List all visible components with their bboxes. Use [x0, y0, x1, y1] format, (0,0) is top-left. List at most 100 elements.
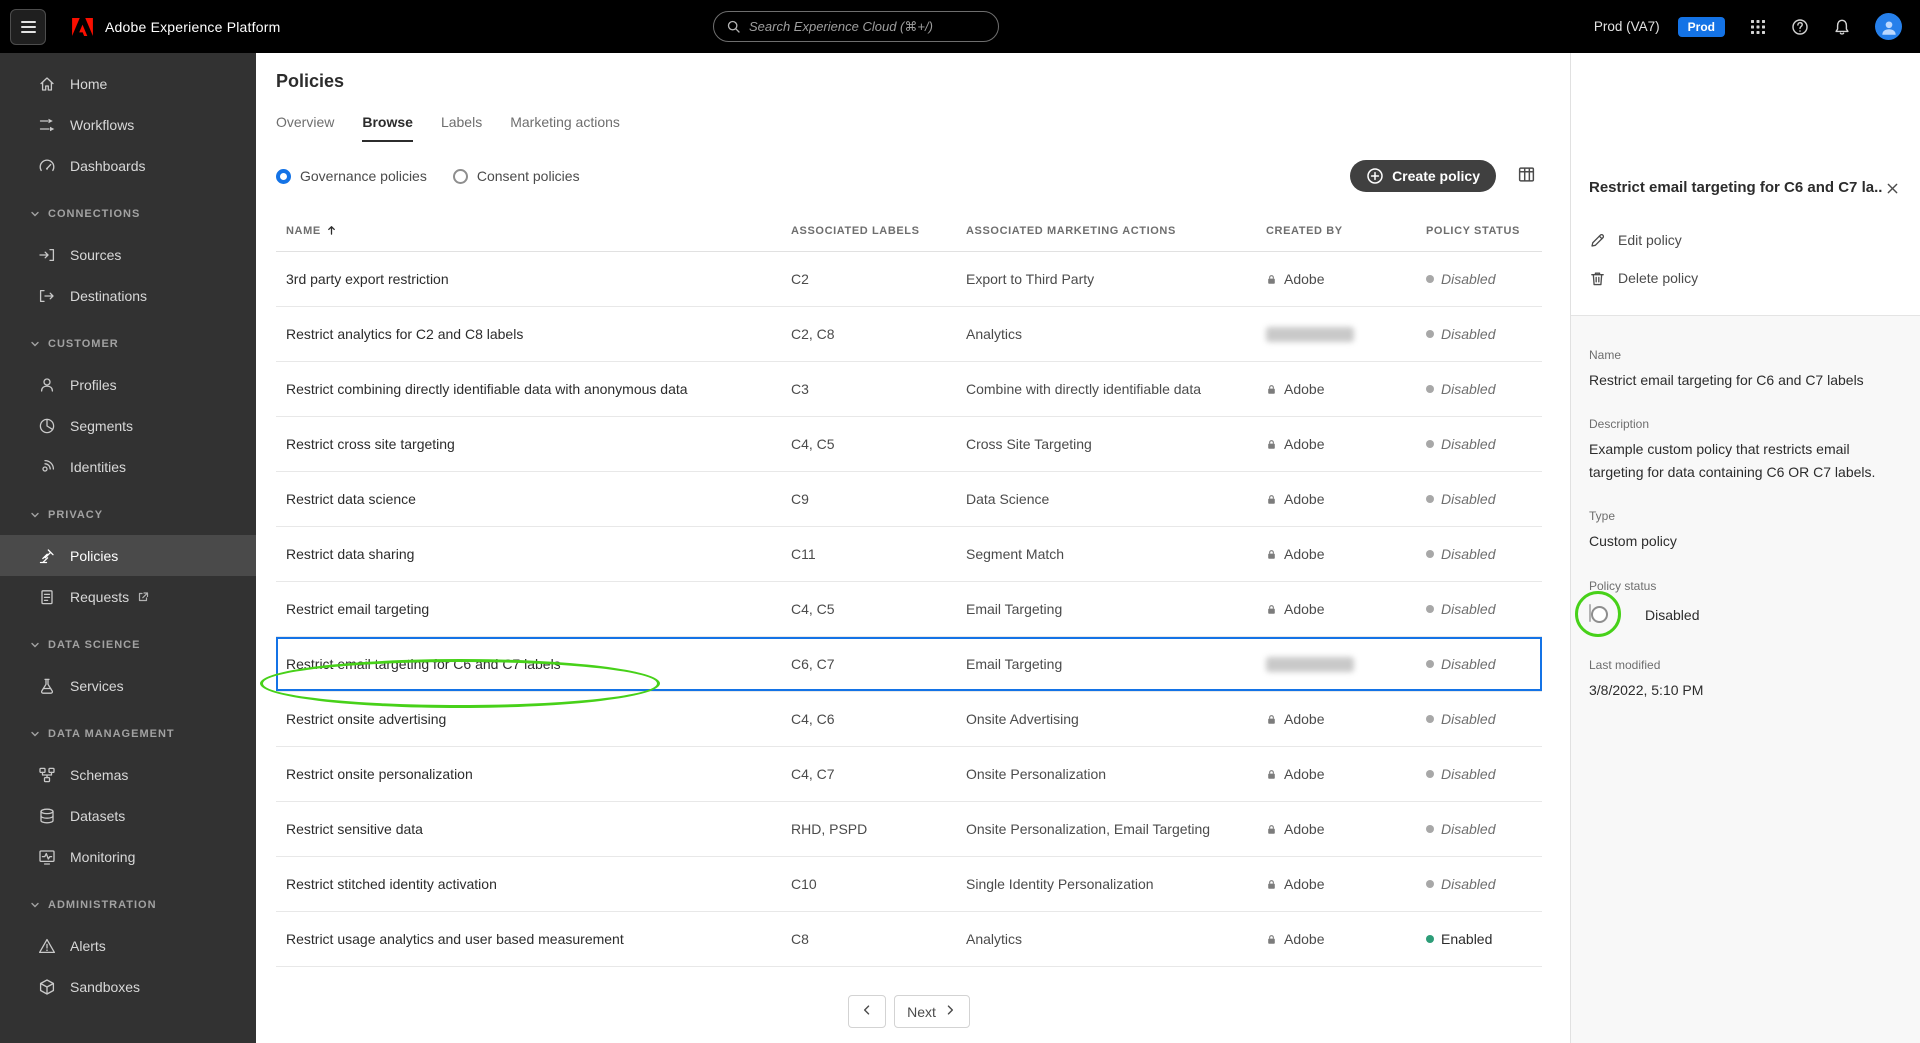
- bell-icon[interactable]: [1833, 18, 1851, 36]
- tab-marketing-actions[interactable]: Marketing actions: [510, 106, 620, 142]
- status-dot: [1426, 605, 1434, 613]
- status-dot: [1426, 825, 1434, 833]
- sidebar-item-datasets[interactable]: Datasets: [0, 795, 256, 836]
- sidebar-item-home[interactable]: Home: [0, 63, 256, 104]
- external-link-icon: [137, 591, 149, 603]
- table-row[interactable]: 3rd party export restriction C2 Export to …: [276, 252, 1542, 307]
- sidebar-section-administration[interactable]: ADMINISTRATION: [0, 885, 256, 925]
- associated-labels-cell: C2: [791, 271, 809, 287]
- marketing-actions-cell: Combine with directly identifiable data: [966, 381, 1202, 397]
- policy-name-cell: Restrict data sharing: [286, 546, 415, 562]
- created-by-cell: Adobe: [1256, 766, 1416, 782]
- sidebar-item-sources[interactable]: Sources: [0, 234, 256, 275]
- table-row[interactable]: Restrict usage analytics and user based …: [276, 912, 1542, 967]
- page-title: Policies: [276, 71, 345, 91]
- tab-labels[interactable]: Labels: [441, 106, 482, 142]
- previous-page-button[interactable]: [848, 995, 887, 1028]
- policy-status-cell: Disabled: [1416, 711, 1542, 727]
- created-by-value: Adobe: [1284, 601, 1325, 617]
- tab-browse[interactable]: Browse: [362, 106, 413, 142]
- sidebar-item-monitoring[interactable]: Monitoring: [0, 836, 256, 877]
- marketing-actions-cell: Cross Site Targeting: [966, 436, 1092, 452]
- table-row[interactable]: Restrict onsite personalization C4, C7 Ons…: [276, 747, 1542, 802]
- sidebar-item-sandboxes[interactable]: Sandboxes: [0, 966, 256, 1007]
- created-by-cell: [1256, 656, 1416, 672]
- avatar[interactable]: [1875, 13, 1902, 40]
- sandboxes-icon: [38, 978, 56, 996]
- redacted-created-by: [1266, 656, 1354, 672]
- sidebar-item-dashboards[interactable]: Dashboards: [0, 145, 256, 186]
- radio-consent-policies[interactable]: Consent policies: [452, 168, 580, 184]
- table-row[interactable]: Restrict email targeting C4, C5 Email Targ…: [276, 582, 1542, 637]
- created-by-cell: Adobe: [1256, 271, 1416, 287]
- policy-status-cell: Disabled: [1416, 326, 1542, 342]
- search-input[interactable]: [749, 19, 986, 34]
- top-bar: Adobe Experience Platform Prod (VA7) Pro…: [0, 0, 1920, 53]
- sidebar-section-connections[interactable]: CONNECTIONS: [0, 194, 256, 234]
- sidebar-item-requests[interactable]: Requests: [0, 576, 256, 617]
- close-panel-button[interactable]: [1883, 179, 1902, 201]
- table-row[interactable]: Restrict analytics for C2 and C8 labels C…: [276, 307, 1542, 362]
- hamburger-menu-button[interactable]: [10, 8, 46, 45]
- sidebar-item-services[interactable]: Services: [0, 665, 256, 706]
- sidebar-item-schemas[interactable]: Schemas: [0, 754, 256, 795]
- associated-labels-cell: C4, C6: [791, 711, 835, 727]
- column-settings-button[interactable]: [1510, 160, 1542, 192]
- created-by-value: Adobe: [1284, 766, 1325, 782]
- global-search[interactable]: [713, 11, 999, 42]
- sidebar-section-customer[interactable]: CUSTOMER: [0, 324, 256, 364]
- sort-ascending-icon: [326, 225, 337, 236]
- create-policy-button[interactable]: Create policy: [1350, 160, 1496, 192]
- status-dot: [1426, 880, 1434, 888]
- table-row[interactable]: Restrict onsite advertising C4, C6 Onsite …: [276, 692, 1542, 747]
- services-icon: [38, 677, 56, 695]
- policy-status-cell: Disabled: [1416, 656, 1542, 672]
- column-settings-icon: [1517, 165, 1536, 187]
- column-header-name[interactable]: NAME: [276, 225, 781, 237]
- apps-grid-icon[interactable]: [1749, 18, 1767, 36]
- policy-name-cell: Restrict data science: [286, 491, 416, 507]
- policy-status-toggle[interactable]: [1589, 604, 1608, 624]
- radio-governance-policies[interactable]: Governance policies: [276, 168, 427, 184]
- table-row[interactable]: Restrict stitched identity activation C10…: [276, 857, 1542, 912]
- pencil-icon: [1589, 232, 1606, 249]
- lock-icon: [1266, 274, 1277, 285]
- created-by-value: Adobe: [1284, 711, 1325, 727]
- requests-icon: [38, 588, 56, 606]
- sidebar-item-segments[interactable]: Segments: [0, 405, 256, 446]
- delete-policy-button[interactable]: Delete policy: [1589, 263, 1902, 293]
- sidebar-section-data-science[interactable]: DATA SCIENCE: [0, 625, 256, 665]
- sidebar-section-privacy[interactable]: PRIVACY: [0, 495, 256, 535]
- lock-icon: [1266, 824, 1277, 835]
- policy-name-cell: Restrict combining directly identifiable…: [286, 381, 688, 397]
- create-policy-label: Create policy: [1392, 168, 1480, 184]
- last-modified-field-value: 3/8/2022, 5:10 PM: [1589, 681, 1704, 698]
- sidebar-section-data-management[interactable]: DATA MANAGEMENT: [0, 714, 256, 754]
- table-row[interactable]: Restrict data sharing C11 Segment Match Ado…: [276, 527, 1542, 582]
- table-row[interactable]: Restrict sensitive data RHD, PSPD Onsite P…: [276, 802, 1542, 857]
- associated-labels-cell: C9: [791, 491, 809, 507]
- sidebar-item-profiles[interactable]: Profiles: [0, 364, 256, 405]
- created-by-cell: Adobe: [1256, 821, 1416, 837]
- edit-policy-button[interactable]: Edit policy: [1589, 225, 1902, 255]
- sidebar-item-destinations[interactable]: Destinations: [0, 275, 256, 316]
- table-row[interactable]: Restrict cross site targeting C4, C5 Cross…: [276, 417, 1542, 472]
- sidebar-item-identities[interactable]: Identities: [0, 446, 256, 487]
- tab-overview[interactable]: Overview: [276, 106, 334, 142]
- next-page-button[interactable]: Next: [894, 995, 970, 1028]
- table-row[interactable]: Restrict data science C9 Data Science Adobe…: [276, 472, 1542, 527]
- sidebar-item-workflows[interactable]: Workflows: [0, 104, 256, 145]
- lock-icon: [1266, 714, 1277, 725]
- help-icon[interactable]: [1791, 18, 1809, 36]
- table-row[interactable]: Restrict combining directly identifiable…: [276, 362, 1542, 417]
- filter-actions: Create policy: [1350, 160, 1542, 192]
- created-by-value: Adobe: [1284, 381, 1325, 397]
- table-row[interactable]: Restrict email targeting for C6 and C7 l…: [260, 637, 1542, 708]
- created-by-cell: Adobe: [1256, 931, 1416, 947]
- sidebar-item-policies[interactable]: Policies: [0, 535, 256, 576]
- sidebar-item-alerts[interactable]: Alerts: [0, 925, 256, 966]
- created-by-cell: Adobe: [1256, 381, 1416, 397]
- policy-name-cell: Restrict email targeting for C6 and C7 l…: [260, 656, 781, 708]
- created-by-value: Adobe: [1284, 931, 1325, 947]
- dashboards-icon: [38, 157, 56, 175]
